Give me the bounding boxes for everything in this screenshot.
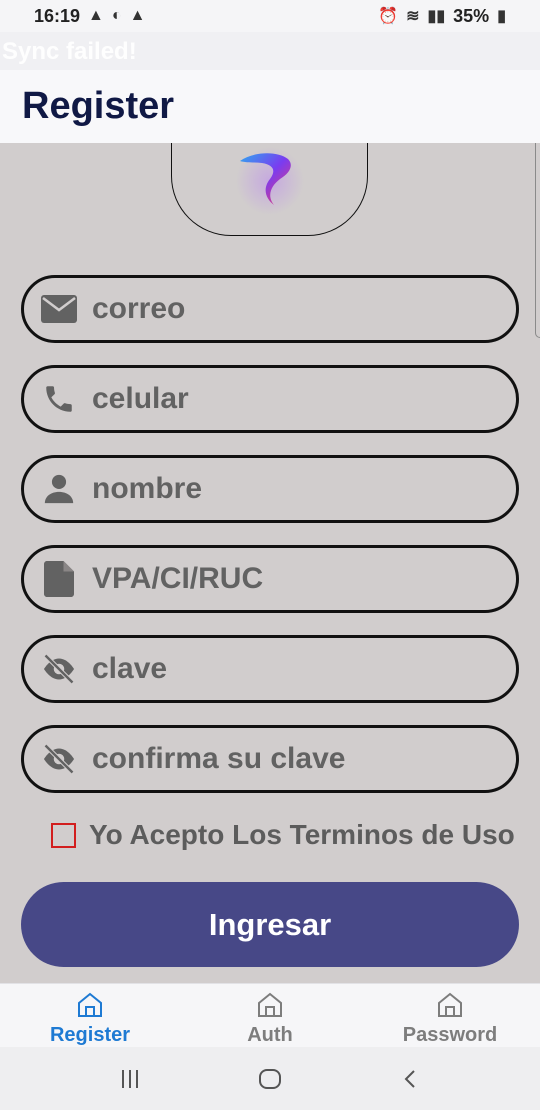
confirm-password-field[interactable]: confirma su clave <box>21 725 519 793</box>
document-icon <box>40 560 78 598</box>
person-icon <box>40 470 78 508</box>
document-id-field[interactable]: VPA/CI/RUC <box>21 545 519 613</box>
phone-placeholder: celular <box>92 382 189 415</box>
register-form[interactable]: correo celular nombre VPA/CI/RUC clave c… <box>0 143 540 983</box>
app-header: Register <box>0 70 540 143</box>
page-title: Register <box>22 85 175 127</box>
name-field[interactable]: nombre <box>21 455 519 523</box>
password-field[interactable]: clave <box>21 635 519 703</box>
tab-register[interactable]: Register <box>0 984 180 1047</box>
notification-icon: ▲ <box>129 7 146 24</box>
eye-off-icon[interactable] <box>40 650 78 688</box>
terms-label[interactable]: Yo Acepto Los Terminos de Uso <box>89 819 515 851</box>
tab-password[interactable]: Password <box>360 984 540 1047</box>
eye-off-icon[interactable] <box>40 740 78 778</box>
phone-icon <box>40 380 78 418</box>
home-icon <box>258 992 282 1017</box>
bottom-tab-bar: Register Auth Password <box>0 983 540 1047</box>
email-field[interactable]: correo <box>21 275 519 343</box>
sync-banner: Sync failed! <box>0 32 540 70</box>
tab-auth[interactable]: Auth <box>180 984 360 1047</box>
terms-row[interactable]: Yo Acepto Los Terminos de Uso <box>51 819 515 851</box>
submit-label: Ingresar <box>208 906 332 942</box>
status-time: 16:19 <box>34 5 81 26</box>
warning-icon: ▲ <box>88 7 104 24</box>
recent-apps-icon <box>122 1069 138 1088</box>
signal-icon: ▮▮ <box>427 8 446 25</box>
home-icon <box>438 992 462 1017</box>
battery-percent: 35% <box>453 5 490 26</box>
wifi-icon: ≋ <box>406 8 420 25</box>
home-circle-icon <box>259 1068 281 1089</box>
name-placeholder: nombre <box>92 472 203 505</box>
back-button[interactable] <box>390 1059 430 1099</box>
sync-failed-text: Sync failed! <box>2 38 137 65</box>
app-logo-icon <box>236 147 304 215</box>
tab-auth-label: Auth <box>247 1024 293 1046</box>
system-nav-bar <box>0 1047 540 1110</box>
confirm-password-placeholder: confirma su clave <box>92 742 346 775</box>
data-saver-icon: ◐ <box>111 7 122 24</box>
submit-button[interactable]: Ingresar <box>21 882 519 967</box>
back-icon <box>404 1069 415 1088</box>
status-left: 16:19 ▲ ◐ ▲ <box>34 6 145 27</box>
email-placeholder: correo <box>92 292 186 325</box>
home-icon <box>78 992 102 1017</box>
recent-apps-button[interactable] <box>110 1059 150 1099</box>
logo-frame <box>171 143 368 236</box>
status-bar: 16:19 ▲ ◐ ▲ ⏰ ≋ ▮▮ 35% ▮ <box>0 0 540 32</box>
envelope-icon <box>40 290 78 328</box>
password-placeholder: clave <box>92 652 168 685</box>
alarm-icon: ⏰ <box>378 8 399 25</box>
document-id-placeholder: VPA/CI/RUC <box>92 562 264 595</box>
status-right: ⏰ ≋ ▮▮ 35% ▮ <box>378 6 506 27</box>
scrollbar[interactable] <box>535 143 540 338</box>
tab-register-label: Register <box>49 1024 131 1046</box>
battery-icon: ▮ <box>497 8 506 25</box>
phone-field[interactable]: celular <box>21 365 519 433</box>
tab-password-label: Password <box>402 1024 498 1046</box>
terms-checkbox[interactable] <box>51 822 76 848</box>
home-button[interactable] <box>250 1059 290 1099</box>
